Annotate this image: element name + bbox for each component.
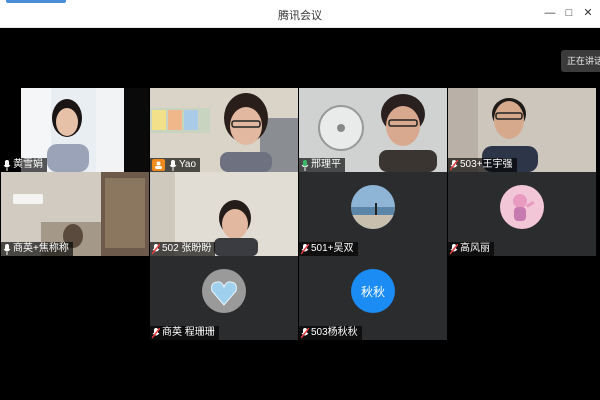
participant-label: 高风丽 — [448, 242, 494, 256]
participant-label: 黄雪娟 — [1, 158, 47, 172]
microphone-icon — [169, 159, 177, 171]
window-title: 腾讯会议 — [278, 10, 322, 22]
participant-name: Yao — [179, 159, 197, 170]
avatar — [202, 269, 246, 313]
microphone-muted-icon — [450, 243, 458, 254]
microphone-icon — [3, 243, 11, 255]
camera-off-icon — [152, 159, 165, 171]
participant-label: 503杨秋秋 — [299, 326, 362, 340]
video-tile[interactable]: Yao — [150, 88, 298, 172]
participant-name: 502 张盼盼 — [162, 243, 212, 254]
participant-name: 501+吴双 — [311, 243, 354, 254]
avatar: 秋秋 — [351, 269, 395, 313]
participant-name: 邢理平 — [311, 159, 341, 170]
avatar-tile[interactable]: 501+吴双 — [299, 172, 447, 256]
avatar — [351, 185, 395, 229]
video-tile[interactable]: 502 张盼盼 — [150, 172, 298, 256]
maximize-button[interactable]: □ — [562, 6, 576, 20]
avatar-tile[interactable]: 高风丽 — [448, 172, 596, 256]
microphone-icon — [3, 159, 11, 171]
speaking-indicator-tab[interactable]: 正在讲话 — [561, 50, 600, 72]
participant-label: 501+吴双 — [299, 242, 358, 256]
minimize-button[interactable]: — — [543, 6, 557, 20]
microphone-muted-icon — [152, 327, 160, 338]
microphone-icon — [301, 159, 309, 171]
microphone-muted-icon — [301, 327, 309, 338]
video-tile[interactable]: 邢理平 — [299, 88, 447, 172]
avatar — [500, 185, 544, 229]
participant-label: 邢理平 — [299, 158, 345, 172]
microphone-muted-icon — [152, 243, 160, 254]
close-button[interactable]: ✕ — [581, 6, 595, 20]
microphone-muted-icon — [301, 243, 309, 254]
participant-name: 503+王宇强 — [460, 159, 513, 170]
avatar-tile[interactable]: 秋秋 503杨秋秋 — [299, 256, 447, 340]
participant-name: 黄雪娟 — [13, 159, 43, 170]
participant-label: 商英+焦称称 — [1, 242, 73, 256]
participant-label: Yao — [150, 158, 201, 172]
participant-label: 503+王宇强 — [448, 158, 517, 172]
video-tile[interactable]: 503+王宇强 — [448, 88, 596, 172]
video-tile[interactable]: 黄雪娟 — [1, 88, 149, 172]
participant-label: 502 张盼盼 — [150, 242, 216, 256]
participant-name: 商英+焦称称 — [13, 243, 69, 254]
avatar-tile[interactable]: 商英 程珊珊 — [150, 256, 298, 340]
microphone-muted-icon — [450, 159, 458, 170]
participant-name: 503杨秋秋 — [311, 327, 358, 338]
participant-label: 商英 程珊珊 — [150, 326, 219, 340]
participant-name: 商英 程珊珊 — [162, 327, 215, 338]
window-titlebar: 腾讯会议 — □ ✕ — [0, 0, 600, 28]
participant-name: 高风丽 — [460, 243, 490, 254]
app-logo — [6, 0, 66, 3]
video-tile[interactable]: 商英+焦称称 — [1, 172, 149, 256]
